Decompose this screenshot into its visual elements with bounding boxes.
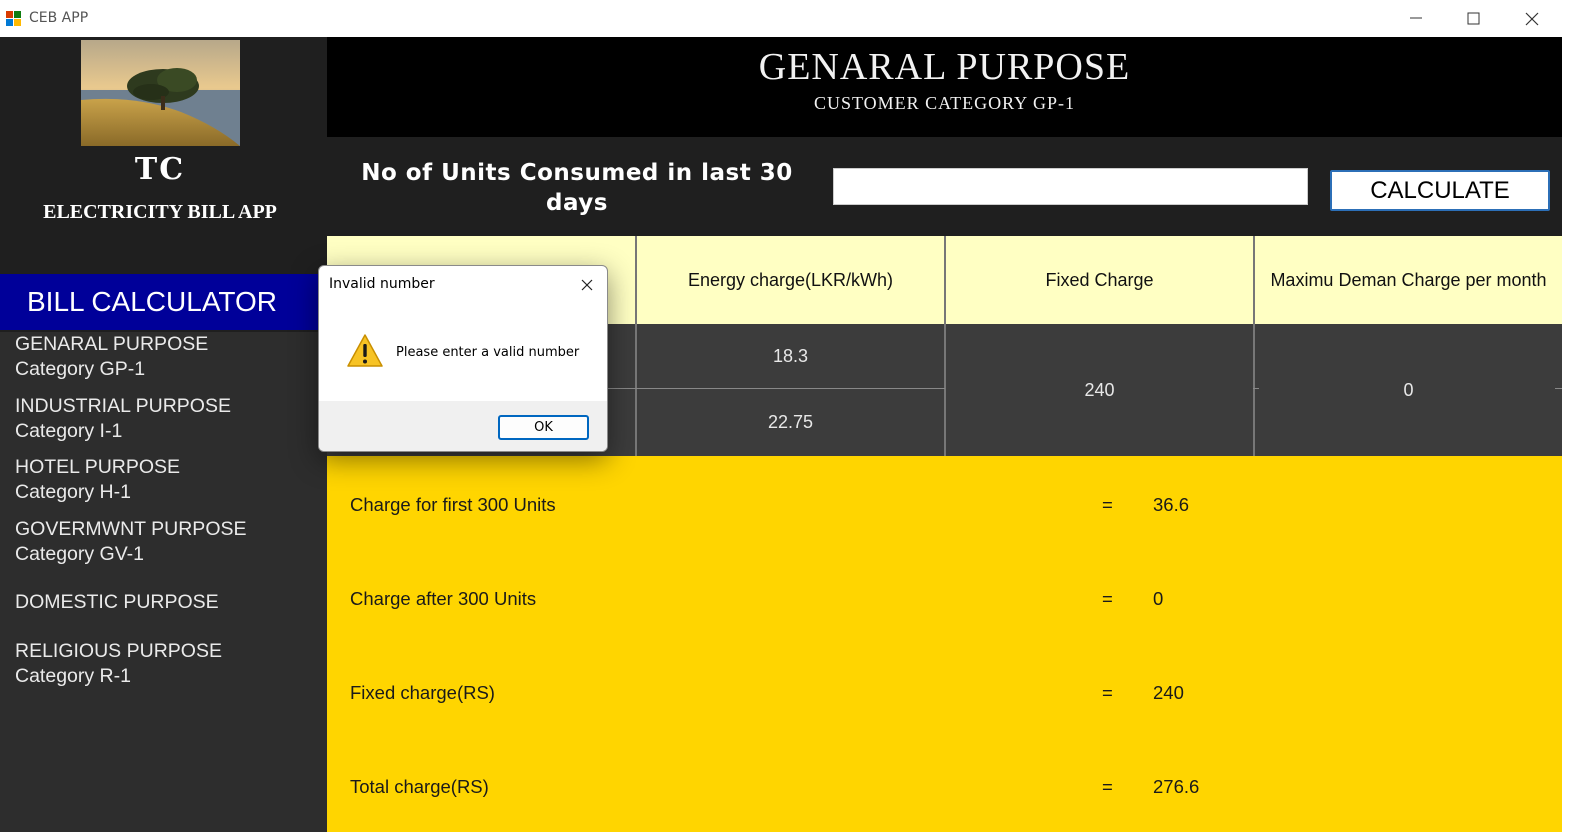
result-label: Charge for first 300 Units	[350, 494, 556, 515]
nav-item-domestic-purpose[interactable]: DOMESTIC PURPOSE	[15, 590, 219, 615]
window-title: CEB APP	[29, 10, 89, 26]
units-label-line2: days	[546, 190, 608, 216]
units-label-line1: No of Units Consumed in last 30	[361, 160, 793, 186]
table-header-fixed-charge: Fixed Charge	[946, 236, 1253, 324]
close-button[interactable]	[1503, 0, 1561, 37]
result-equals: =	[1102, 494, 1113, 515]
nav-item-title: RELIGIOUS PURPOSE	[15, 640, 222, 662]
fixed-charge-cell: 240	[1084, 379, 1115, 400]
title-bar: CEB APP	[0, 0, 1569, 37]
result-value: 240	[1153, 682, 1184, 703]
nav-item-industrial-purpose[interactable]: INDUSTRIAL PURPOSE Category I-1	[15, 394, 231, 444]
page-header: GENARAL PURPOSE CUSTOMER CATEGORY GP-1	[327, 37, 1562, 137]
category-nav: GENARAL PURPOSE Category GP-1 INDUSTRIAL…	[0, 332, 327, 832]
result-equals: =	[1102, 776, 1113, 797]
calculate-button[interactable]: CALCULATE	[1330, 170, 1550, 211]
bill-calculator-heading: BILL CALCULATOR	[0, 274, 327, 330]
brand-logo-text: TC	[134, 152, 186, 187]
result-value: 276.6	[1153, 776, 1200, 797]
nav-item-general-purpose[interactable]: GENARAL PURPOSE Category GP-1	[15, 332, 208, 382]
max-demand-cell: 0	[1403, 379, 1414, 400]
result-value: 36.6	[1153, 494, 1190, 515]
maximize-icon	[1467, 12, 1480, 25]
warning-icon	[346, 333, 384, 369]
ok-button[interactable]: OK	[498, 415, 589, 440]
result-equals: =	[1102, 588, 1113, 609]
nav-item-title: GOVERMWNT PURPOSE	[15, 518, 247, 540]
dialog-title: Invalid number	[329, 276, 435, 292]
nav-item-category: Category GV-1	[15, 543, 144, 565]
invalid-number-dialog: Invalid number Please enter a valid numb…	[318, 265, 608, 452]
nav-item-title: INDUSTRIAL PURPOSE	[15, 395, 231, 417]
nav-item-title: DOMESTIC PURPOSE	[15, 591, 219, 613]
nav-item-hotel-purpose[interactable]: HOTEL PURPOSE Category H-1	[15, 455, 180, 505]
minimize-button[interactable]	[1387, 0, 1445, 37]
units-label: No of Units Consumed in last 30 days	[347, 158, 807, 218]
nav-item-category: Category GP-1	[15, 358, 146, 380]
app-name: ELECTRICITY BILL APP	[43, 201, 277, 223]
close-icon	[1525, 12, 1539, 26]
result-label: Fixed charge(RS)	[350, 682, 495, 703]
page-subtitle: CUSTOMER CATEGORY GP-1	[813, 93, 1076, 113]
sidebar: TC ELECTRICITY BILL APP BILL CALCULATOR …	[0, 37, 327, 832]
result-label: Total charge(RS)	[350, 776, 489, 797]
table-header-energy-charge: Energy charge(LKR/kWh)	[637, 236, 944, 324]
units-input[interactable]	[833, 168, 1308, 205]
results-panel: Charge for first 300 Units = 36.6 Charge…	[327, 456, 1562, 832]
nav-item-category: Category R-1	[15, 665, 131, 687]
dialog-close-button[interactable]	[575, 276, 599, 294]
maximize-button[interactable]	[1445, 0, 1503, 37]
app-icon	[6, 10, 22, 26]
energy-charge-cell: 18.3	[772, 345, 809, 366]
close-icon	[581, 279, 593, 291]
page-title: GENARAL PURPOSE	[758, 46, 1131, 88]
dialog-message: Please enter a valid number	[396, 345, 580, 360]
result-label: Charge after 300 Units	[350, 588, 537, 609]
nav-item-title: HOTEL PURPOSE	[15, 456, 181, 478]
nav-item-category: Category I-1	[15, 420, 123, 442]
nav-item-category: Category H-1	[15, 481, 131, 503]
energy-charge-cell: 22.75	[767, 412, 814, 432]
window-edge	[1562, 37, 1569, 832]
result-equals: =	[1102, 682, 1113, 703]
minimize-icon	[1410, 17, 1422, 19]
dialog-footer: OK	[319, 401, 607, 451]
nav-item-government-purpose[interactable]: GOVERMWNT PURPOSE Category GV-1	[15, 517, 247, 567]
table-header-max-demand: Maximu Deman Charge per month	[1255, 236, 1562, 324]
nav-item-religious-purpose[interactable]: RELIGIOUS PURPOSE Category R-1	[15, 639, 222, 689]
result-value: 0	[1153, 588, 1164, 609]
logo-image	[81, 40, 240, 146]
nav-item-title: GENARAL PURPOSE	[15, 333, 209, 355]
